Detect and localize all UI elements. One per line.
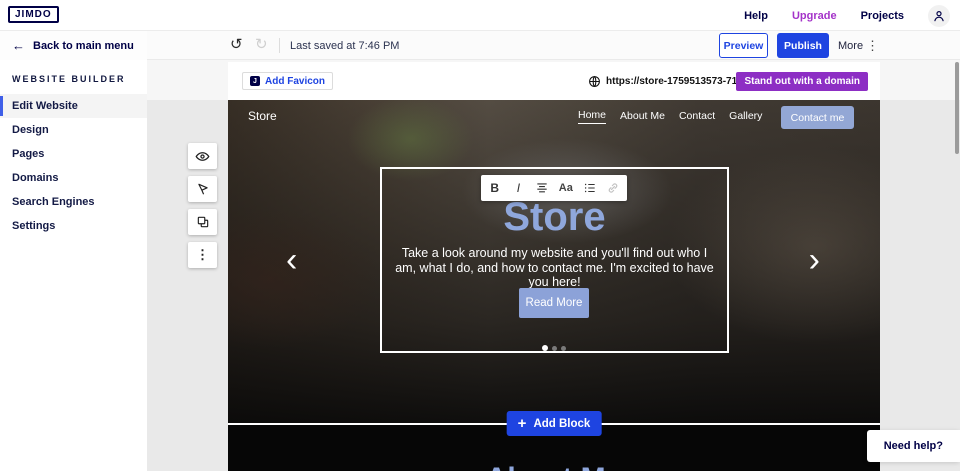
- back-to-main-menu-button[interactable]: ← Back to main menu: [12, 31, 134, 60]
- font-style-icon[interactable]: Aa: [556, 178, 576, 198]
- partial-section-heading: About Me: [228, 464, 880, 471]
- list-icon[interactable]: [580, 178, 600, 198]
- eye-icon: [195, 149, 210, 164]
- carousel-dot-2[interactable]: [552, 346, 557, 351]
- sidebar-item-domains[interactable]: Domains: [0, 166, 147, 190]
- help-link[interactable]: Help: [744, 10, 768, 22]
- sidebar-section-title: WEBSITE BUILDER: [12, 74, 147, 84]
- site-meta-bar: J Add Favicon https://store-1759513573-7…: [228, 62, 880, 100]
- add-block-label: Add Block: [533, 418, 590, 430]
- sidebar-item-edit-website[interactable]: Edit Website: [0, 94, 147, 118]
- site-navbar: Store Home About Me Contact Gallery Cont…: [228, 100, 880, 132]
- globe-icon: [588, 75, 601, 88]
- top-header: JIMDO Help Upgrade Projects: [0, 0, 960, 31]
- block-tools-palette: ⋮: [188, 143, 217, 268]
- font-glyph: Aa: [559, 182, 573, 194]
- read-more-button[interactable]: Read More: [519, 288, 589, 318]
- nav-about-me[interactable]: About Me: [620, 110, 665, 122]
- builder-sidebar: WEBSITE BUILDER Edit Website Design Page…: [0, 60, 147, 471]
- style-block-button[interactable]: [188, 176, 217, 202]
- site-nav-links: Home About Me Contact Gallery: [578, 100, 762, 132]
- header-links: Help Upgrade Projects: [744, 0, 950, 31]
- upgrade-link[interactable]: Upgrade: [792, 10, 837, 22]
- sidebar-item-design[interactable]: Design: [0, 118, 147, 142]
- editor-workspace: ⋮ J Add Favicon https://store-1759513573…: [147, 60, 960, 471]
- stand-out-domain-button[interactable]: Stand out with a domain: [736, 72, 868, 91]
- hero-section[interactable]: Store Home About Me Contact Gallery Cont…: [228, 100, 880, 425]
- projects-link[interactable]: Projects: [861, 10, 904, 22]
- editor-toolbar: ← Back to main menu ↺ ↻ Last saved at 7:…: [0, 31, 960, 60]
- preview-button[interactable]: Preview: [719, 33, 768, 58]
- site-brand[interactable]: Store: [248, 109, 277, 123]
- text-format-toolbar: B I Aa: [481, 175, 627, 201]
- publish-button[interactable]: Publish: [777, 33, 829, 58]
- vertical-scrollbar[interactable]: [955, 62, 959, 154]
- toolbar-divider: [279, 38, 280, 53]
- jimdo-logo[interactable]: JIMDO: [8, 6, 59, 23]
- redo-icon: ↻: [255, 36, 268, 54]
- back-arrow-icon: ←: [12, 38, 25, 53]
- duplicate-icon: [196, 215, 210, 229]
- italic-glyph: I: [517, 181, 520, 195]
- website-canvas: J Add Favicon https://store-1759513573-7…: [228, 60, 880, 471]
- sidebar-item-pages[interactable]: Pages: [0, 142, 147, 166]
- bold-glyph: B: [490, 181, 499, 195]
- undo-icon[interactable]: ↺: [230, 36, 243, 54]
- plus-icon: +: [518, 416, 527, 431]
- add-favicon-button[interactable]: J Add Favicon: [242, 72, 333, 90]
- need-help-button[interactable]: Need help?: [867, 430, 960, 462]
- person-icon: [932, 9, 946, 23]
- link-icon[interactable]: [603, 178, 623, 198]
- sidebar-item-search-engines[interactable]: Search Engines: [0, 190, 147, 214]
- favicon-badge: J: [250, 76, 260, 86]
- carousel-dot-3[interactable]: [561, 346, 566, 351]
- nav-home[interactable]: Home: [578, 109, 606, 124]
- add-block-button[interactable]: + Add Block: [507, 411, 602, 436]
- more-kebab-icon[interactable]: ⋮: [866, 31, 879, 60]
- bold-icon[interactable]: B: [485, 178, 505, 198]
- block-more-options-button[interactable]: ⋮: [188, 242, 217, 268]
- more-button[interactable]: More: [838, 31, 863, 60]
- carousel-dots: [542, 345, 566, 351]
- align-center-icon[interactable]: [532, 178, 552, 198]
- sidebar-item-settings[interactable]: Settings: [0, 214, 147, 238]
- hide-block-button[interactable]: [188, 143, 217, 169]
- nav-contact[interactable]: Contact: [679, 110, 715, 122]
- carousel-prev-icon[interactable]: ‹: [286, 243, 297, 277]
- nav-gallery[interactable]: Gallery: [729, 110, 762, 122]
- add-favicon-label: Add Favicon: [265, 76, 325, 87]
- kebab-icon: ⋮: [196, 249, 209, 261]
- italic-icon[interactable]: I: [508, 178, 528, 198]
- back-label: Back to main menu: [33, 40, 134, 52]
- carousel-dot-1[interactable]: [542, 345, 548, 351]
- style-icon: [196, 182, 210, 196]
- contact-me-button[interactable]: Contact me: [781, 106, 854, 129]
- jimdo-website-builder: JIMDO Help Upgrade Projects ← Back to ma…: [0, 0, 960, 471]
- duplicate-block-button[interactable]: [188, 209, 217, 235]
- account-avatar[interactable]: [928, 5, 950, 27]
- carousel-next-icon[interactable]: ›: [809, 243, 820, 277]
- hero-body-text[interactable]: Take a look around my website and you'll…: [394, 246, 715, 290]
- last-saved-status: Last saved at 7:46 PM: [290, 31, 399, 60]
